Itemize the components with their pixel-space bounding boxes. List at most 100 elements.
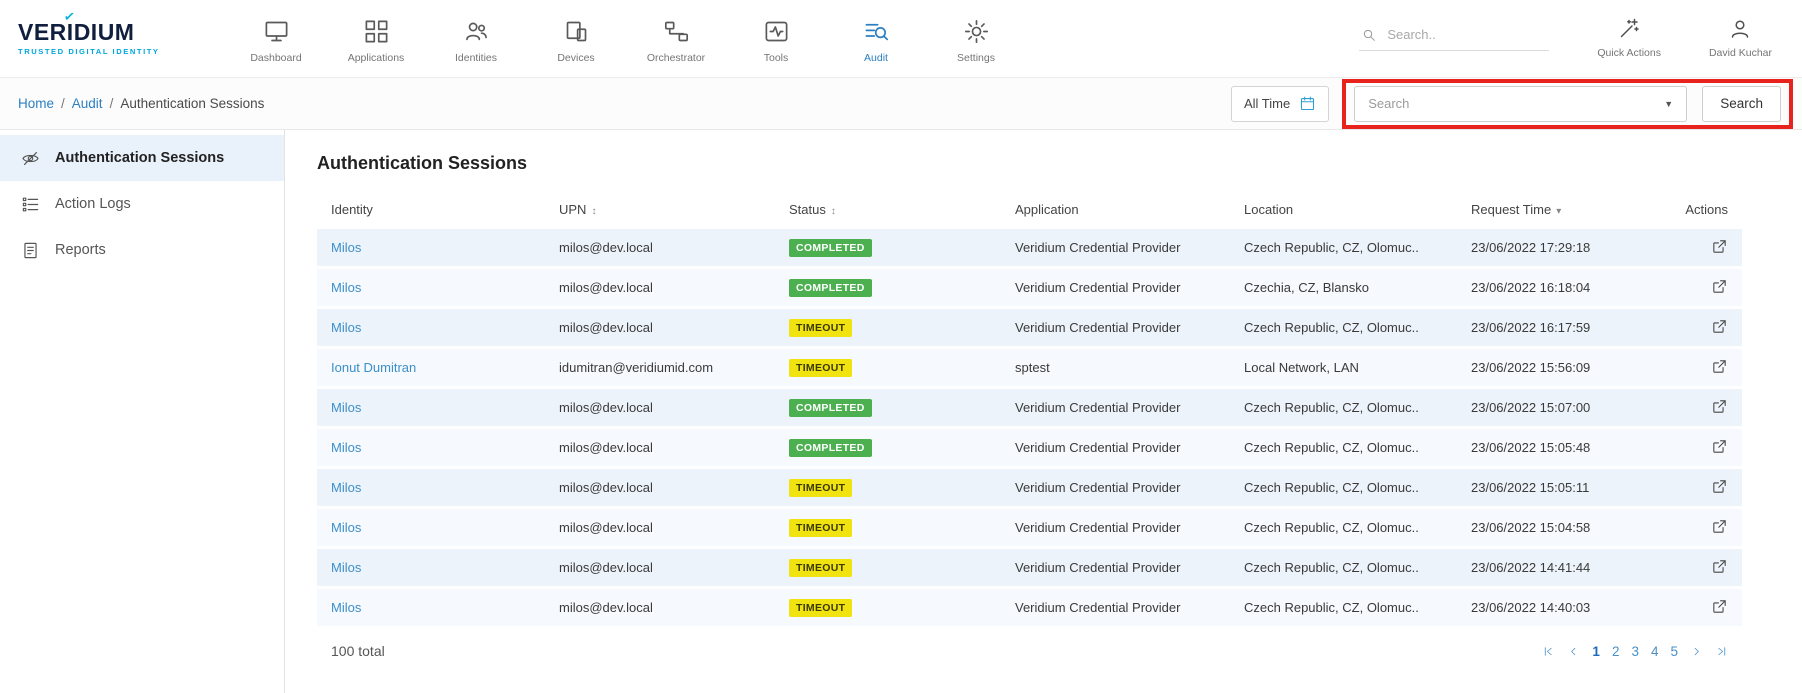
actions-cell — [1676, 278, 1728, 298]
veridium-logo[interactable]: VERIDIUM TRUSTED DIGITAL IDENTITY — [18, 21, 178, 56]
table-row: Milosmilos@dev.localTIMEOUTVeridium Cred… — [317, 549, 1742, 586]
pagination-prev-button[interactable] — [1567, 645, 1580, 658]
upn-cell: milos@dev.local — [559, 440, 789, 455]
actions-cell — [1676, 558, 1728, 578]
nav-item-orchestrator[interactable]: Orchestrator — [626, 14, 726, 64]
breadcrumb-link-home[interactable]: Home — [18, 96, 54, 111]
open-session-icon[interactable] — [1711, 278, 1728, 298]
open-session-icon[interactable] — [1711, 558, 1728, 578]
nav-item-tools[interactable]: Tools — [726, 14, 826, 64]
column-label: UPN — [559, 202, 586, 217]
quick-actions-button[interactable]: Quick Actions — [1597, 17, 1661, 61]
logo-name: VERIDIUM — [18, 21, 178, 44]
page-2[interactable]: 2 — [1612, 644, 1620, 659]
open-session-icon[interactable] — [1711, 478, 1728, 498]
identity-link[interactable]: Milos — [331, 560, 361, 575]
identity-link[interactable]: Milos — [331, 280, 361, 295]
open-session-icon[interactable] — [1711, 398, 1728, 418]
global-search[interactable] — [1359, 23, 1549, 51]
location-cell: Czech Republic, CZ, Olomuc.. — [1244, 480, 1471, 495]
pagination-next-button[interactable] — [1690, 645, 1703, 658]
request-time-cell: 23/06/2022 17:29:18 — [1471, 240, 1676, 255]
table-row: Ionut Dumitran idumitran@veridiumid.comTI… — [317, 349, 1742, 386]
application-cell: Veridium Credential Provider — [1015, 480, 1244, 495]
nav-item-identities[interactable]: Identities — [426, 14, 526, 64]
table-row: Milosmilos@dev.localTIMEOUTVeridium Cred… — [317, 509, 1742, 546]
identity-cell: Milos — [331, 480, 559, 495]
status-cell: TIMEOUT — [789, 559, 1015, 577]
topnav-right: Quick Actions David Kuchar — [1359, 17, 1772, 61]
table-row: Milosmilos@dev.localCOMPLETEDVeridium Cr… — [317, 229, 1742, 266]
actions-cell — [1676, 398, 1728, 418]
col-upn[interactable]: UPN ↕ — [559, 202, 789, 217]
nav-item-audit[interactable]: Audit — [826, 14, 926, 64]
open-session-icon[interactable] — [1711, 358, 1728, 378]
sidebar-item-action-logs[interactable]: Action Logs — [0, 181, 284, 227]
sort-toggle-icon: ↕ — [591, 206, 596, 217]
application-cell: Veridium Credential Provider — [1015, 600, 1244, 615]
request-time-cell: 23/06/2022 15:07:00 — [1471, 400, 1676, 415]
actions-cell — [1676, 438, 1728, 458]
user-icon — [1728, 17, 1752, 41]
table-footer: 100 total 12345 — [317, 643, 1742, 659]
pagination-last-button[interactable] — [1715, 645, 1728, 658]
col-status[interactable]: Status↕ — [789, 202, 1015, 217]
nav-item-settings[interactable]: Settings — [926, 14, 1026, 64]
application-cell: Veridium Credential Provider — [1015, 240, 1244, 255]
open-session-icon[interactable] — [1711, 598, 1728, 618]
column-label: Status — [789, 202, 826, 217]
breadcrumb-separator: / — [110, 96, 114, 111]
sidebar-item-authentication-sessions[interactable]: Authentication Sessions — [0, 135, 284, 181]
identity-link[interactable]: Milos — [331, 400, 361, 415]
nav-item-label: Tools — [764, 52, 789, 64]
sidebar-item-label: Action Logs — [55, 196, 131, 212]
column-label: Location — [1244, 202, 1293, 217]
open-session-icon[interactable] — [1711, 438, 1728, 458]
open-session-icon[interactable] — [1711, 518, 1728, 538]
search-button[interactable]: Search — [1702, 86, 1781, 122]
pagination-first-button[interactable] — [1542, 645, 1555, 658]
sidebar-item-label: Authentication Sessions — [55, 150, 224, 166]
actions-cell — [1676, 238, 1728, 258]
page-3[interactable]: 3 — [1631, 644, 1639, 659]
col-request-time[interactable]: Request Time▾ — [1471, 202, 1676, 217]
upn-cell: milos@dev.local — [559, 600, 789, 615]
nav-item-applications[interactable]: Applications — [326, 14, 426, 64]
global-search-input[interactable] — [1387, 27, 1537, 42]
page-4[interactable]: 4 — [1651, 644, 1659, 659]
identity-link[interactable]: Milos — [331, 440, 361, 455]
time-range-label: All Time — [1244, 96, 1290, 111]
open-session-icon[interactable] — [1711, 238, 1728, 258]
page-title: Authentication Sessions — [317, 153, 1742, 174]
user-menu[interactable]: David Kuchar — [1709, 17, 1772, 61]
identity-cell: Milos — [331, 520, 559, 535]
identity-link[interactable]: Milos — [331, 600, 361, 615]
upn-cell: milos@dev.local — [559, 400, 789, 415]
identity-link[interactable]: Milos — [331, 520, 361, 535]
table-row: Milosmilos@dev.localTIMEOUTVeridium Cred… — [317, 309, 1742, 346]
page-5[interactable]: 5 — [1670, 644, 1678, 659]
status-badge: TIMEOUT — [789, 479, 852, 497]
nav-item-devices[interactable]: Devices — [526, 14, 626, 64]
status-badge: TIMEOUT — [789, 359, 852, 377]
identity-link[interactable]: Milos — [331, 480, 361, 495]
breadcrumb-separator: / — [61, 96, 65, 111]
pagination: 12345 — [1542, 644, 1728, 659]
identity-link[interactable]: Ionut Dumitran — [331, 360, 416, 375]
time-range-button[interactable]: All Time — [1231, 86, 1329, 122]
sidebar-item-reports[interactable]: Reports — [0, 227, 284, 273]
identity-link[interactable]: Milos — [331, 320, 361, 335]
location-cell: Czech Republic, CZ, Olomuc.. — [1244, 240, 1471, 255]
main-nav: DashboardApplicationsIdentities Devices Or… — [226, 14, 1026, 64]
quick-actions-label: Quick Actions — [1597, 47, 1661, 59]
upn-cell: idumitran@veridiumid.com — [559, 360, 789, 375]
nav-item-dashboard[interactable]: Dashboard — [226, 14, 326, 64]
column-label: Application — [1015, 202, 1079, 217]
search-type-dropdown[interactable]: Search ▼ — [1354, 86, 1687, 122]
identity-link[interactable]: Milos — [331, 240, 361, 255]
nav-item-label: Devices — [557, 52, 594, 64]
page-1[interactable]: 1 — [1592, 644, 1600, 659]
status-cell: TIMEOUT — [789, 519, 1015, 537]
breadcrumb-link-audit[interactable]: Audit — [72, 96, 103, 111]
open-session-icon[interactable] — [1711, 318, 1728, 338]
